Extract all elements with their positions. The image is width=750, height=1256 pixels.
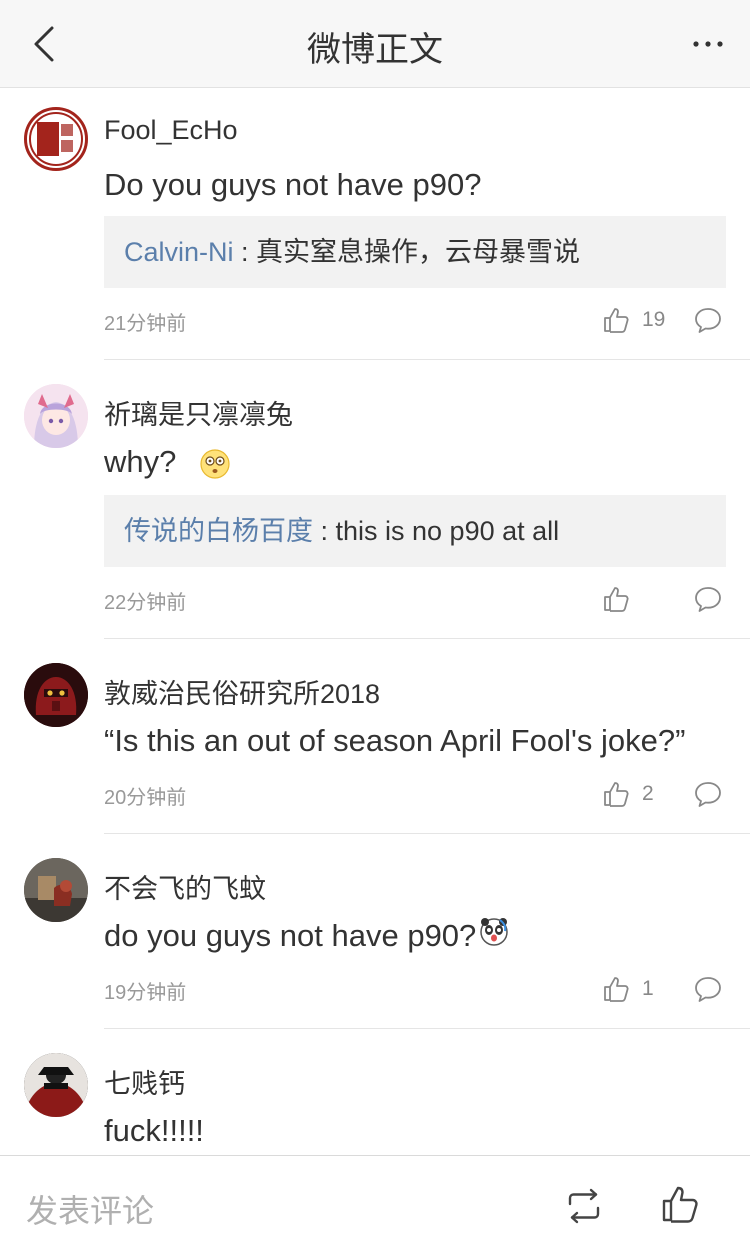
page-title: 微博正文 [307, 31, 443, 69]
commenter-name[interactable]: Fool_EcHo [104, 115, 238, 146]
comment-icon[interactable] [694, 975, 722, 1003]
more-icon[interactable] [688, 24, 728, 64]
comment-time: 19分钟前 [104, 982, 187, 1004]
avatar-anime-image [24, 384, 88, 448]
avatar-scene-image [24, 858, 88, 922]
reply-box[interactable]: 传说的白杨百度 : this is no p90 at all [104, 495, 726, 567]
comment-item: 敦威治民俗研究所2018 “Is this an out of season A… [0, 639, 750, 834]
comment-text: why? [104, 444, 231, 480]
comment-time: 21分钟前 [104, 313, 187, 335]
comment-icon[interactable] [694, 780, 722, 808]
avatar-helmet-image [24, 663, 88, 727]
comment-item: 七贱钙 fuck!!!!! [0, 1029, 750, 1155]
emoji-dizzy-icon [200, 449, 230, 479]
comment-icon[interactable] [694, 585, 722, 613]
like-count: 2 [642, 782, 654, 805]
comment-text-content: why? [104, 444, 177, 479]
comment-actions [602, 583, 722, 615]
repost-icon[interactable] [564, 1188, 604, 1224]
commenter-name[interactable]: 祈璃是只凛凛兔 [104, 393, 293, 432]
comment-item: 祈璃是只凛凛兔 why? 传说的白杨百度 : this is no p90 at… [0, 360, 750, 639]
avatar-character-image [24, 1053, 88, 1117]
comment-item: Fool_EcHo Do you guys not have p90? Calv… [0, 89, 750, 360]
comment-actions: 2 [602, 778, 722, 810]
commenter-name[interactable]: 七贱钙 [104, 1062, 185, 1101]
comment-text: fuck!!!!! [104, 1113, 204, 1148]
reply-text: : this is no p90 at all [313, 516, 560, 546]
like-icon[interactable] [660, 1184, 700, 1224]
reply-author[interactable]: Calvin-Ni [124, 237, 234, 267]
like-count: 1 [642, 977, 654, 1000]
comment-icon[interactable] [694, 306, 722, 334]
like-icon[interactable] [602, 780, 630, 808]
comment-text: do you guys not have p90? [104, 917, 510, 954]
commenter-name[interactable]: 敦威治民俗研究所2018 [104, 672, 380, 711]
comment-time: 20分钟前 [104, 787, 187, 809]
avatar[interactable] [24, 1053, 88, 1117]
avatar[interactable] [24, 107, 88, 171]
comment-actions: 19 [602, 304, 722, 336]
bottom-toolbar: 发表评论 [0, 1155, 750, 1256]
commenter-name[interactable]: 不会飞的飞蚊 [104, 867, 266, 906]
avatar[interactable] [24, 384, 88, 448]
reply-box[interactable]: Calvin-Ni : 真实窒息操作，云母暴雪说 [104, 216, 726, 288]
comment-text: “Is this an out of season April Fool's j… [104, 723, 686, 758]
top-nav-bar: 微博正文 [0, 0, 750, 88]
like-icon[interactable] [602, 585, 630, 613]
avatar[interactable] [24, 663, 88, 727]
comment-item: 不会飞的飞蚊 do you guys not have p90? 19分钟前 1 [0, 834, 750, 1029]
avatar[interactable] [24, 858, 88, 922]
comment-text: Do you guys not have p90? [104, 167, 482, 202]
comment-text-content: do you guys not have p90? [104, 918, 477, 953]
comment-time: 22分钟前 [104, 592, 187, 614]
reply-author[interactable]: 传说的白杨百度 [124, 516, 313, 546]
like-icon[interactable] [602, 306, 630, 334]
like-icon[interactable] [602, 975, 630, 1003]
like-count: 19 [642, 308, 666, 331]
emoji-panda-icon [480, 917, 509, 946]
comment-actions: 1 [602, 973, 722, 1005]
avatar-seal-image [29, 112, 83, 166]
comment-input[interactable]: 发表评论 [26, 1186, 154, 1232]
reply-text: : 真实窒息操作，云母暴雪说 [233, 237, 581, 267]
comment-list[interactable]: Fool_EcHo Do you guys not have p90? Calv… [0, 89, 750, 1155]
